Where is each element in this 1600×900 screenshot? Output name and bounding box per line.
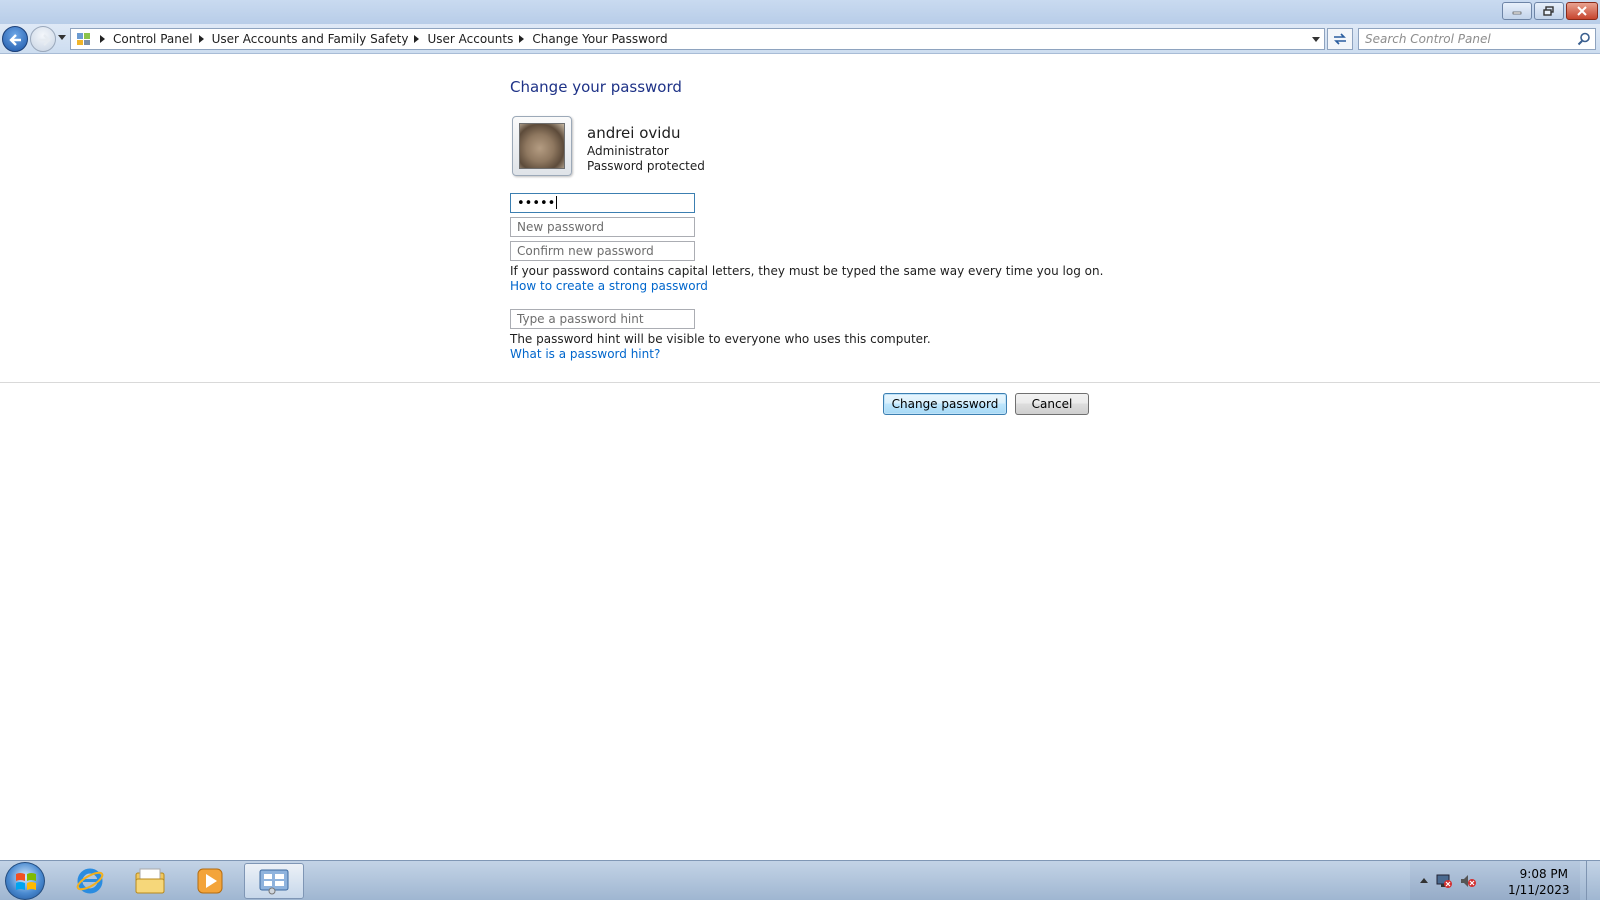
navigation-bar: Control Panel User Accounts and Family S…: [0, 24, 1600, 54]
breadcrumb-separator[interactable]: [414, 35, 420, 43]
control-panel-location-icon: [74, 30, 94, 48]
strong-password-link[interactable]: How to create a strong password: [510, 279, 708, 293]
close-icon: [1577, 6, 1587, 16]
taskbar-media-player[interactable]: [182, 863, 238, 899]
search-box[interactable]: Search Control Panel: [1358, 28, 1596, 50]
current-password-value: •••••: [517, 196, 556, 211]
refresh-icon: [1334, 33, 1346, 45]
breadcrumb-separator[interactable]: [100, 35, 105, 43]
back-button[interactable]: [2, 26, 28, 52]
volume-muted-icon[interactable]: [1459, 873, 1477, 889]
taskbar-control-panel[interactable]: [244, 863, 304, 899]
internet-explorer-icon: [76, 868, 104, 894]
page-title: Change your password: [510, 78, 682, 96]
user-password-status: Password protected: [587, 159, 705, 173]
address-history-dropdown[interactable]: [1312, 37, 1320, 42]
user-avatar-frame: [512, 116, 572, 176]
user-role: Administrator: [587, 144, 669, 158]
recent-pages-dropdown[interactable]: [58, 35, 66, 40]
restore-button[interactable]: [1534, 2, 1564, 20]
close-button[interactable]: [1566, 2, 1598, 20]
new-password-field[interactable]: New password: [510, 217, 695, 237]
breadcrumb-separator[interactable]: [198, 35, 204, 43]
minimize-button[interactable]: [1502, 2, 1532, 20]
show-desktop-button[interactable]: [1586, 861, 1600, 900]
refresh-button[interactable]: [1327, 28, 1353, 50]
network-disconnected-icon[interactable]: [1435, 873, 1453, 889]
user-name: andrei ovidu: [587, 124, 681, 142]
clock-date[interactable]: 1/11/2023: [1508, 883, 1570, 897]
notification-area: 9:08 PM 1/11/2023: [1410, 861, 1580, 900]
confirm-password-field[interactable]: Confirm new password: [510, 241, 695, 261]
hint-info-text: The password hint will be visible to eve…: [510, 332, 931, 346]
search-icon[interactable]: [1577, 32, 1591, 46]
breadcrumb-user-accounts[interactable]: User Accounts: [427, 32, 513, 46]
breadcrumb-control-panel[interactable]: Control Panel: [113, 32, 193, 46]
start-button[interactable]: [5, 862, 45, 900]
taskbar-windows-explorer[interactable]: [122, 863, 178, 899]
caps-info-text: If your password contains capital letter…: [510, 264, 1104, 278]
search-input[interactable]: Search Control Panel: [1365, 32, 1491, 46]
minimize-icon: [1512, 11, 1522, 15]
restore-icon: [1543, 6, 1554, 16]
current-password-field[interactable]: •••••: [510, 193, 695, 213]
taskbar-internet-explorer[interactable]: [62, 863, 118, 899]
windows-explorer-icon: [135, 868, 165, 894]
windows-logo-icon: [16, 873, 36, 890]
window-title-bar: [0, 0, 1600, 24]
text-caret: [556, 196, 558, 209]
breadcrumb-separator[interactable]: [519, 35, 525, 43]
forward-arrow-icon: [39, 34, 51, 46]
main-content: Change your password andrei ovidu Admini…: [0, 55, 1600, 860]
forward-button[interactable]: [30, 26, 56, 52]
cancel-button[interactable]: Cancel: [1015, 393, 1089, 415]
change-password-button[interactable]: Change password: [883, 393, 1007, 415]
breadcrumb-change-your-password[interactable]: Change Your Password: [532, 32, 667, 46]
avatar: [519, 123, 565, 169]
control-panel-icon: [259, 869, 289, 895]
breadcrumb-user-accounts-family-safety[interactable]: User Accounts and Family Safety: [212, 32, 409, 46]
password-hint-field[interactable]: Type a password hint: [510, 309, 695, 329]
back-arrow-icon: [9, 34, 21, 46]
address-bar[interactable]: Control Panel User Accounts and Family S…: [70, 28, 1325, 50]
window-controls: [1502, 2, 1598, 20]
taskbar: 9:08 PM 1/11/2023: [0, 860, 1600, 900]
password-hint-link[interactable]: What is a password hint?: [510, 347, 660, 361]
show-hidden-icons-button[interactable]: [1420, 878, 1428, 883]
clock-time[interactable]: 9:08 PM: [1508, 867, 1568, 881]
media-player-icon: [197, 868, 223, 894]
divider: [0, 382, 1600, 383]
